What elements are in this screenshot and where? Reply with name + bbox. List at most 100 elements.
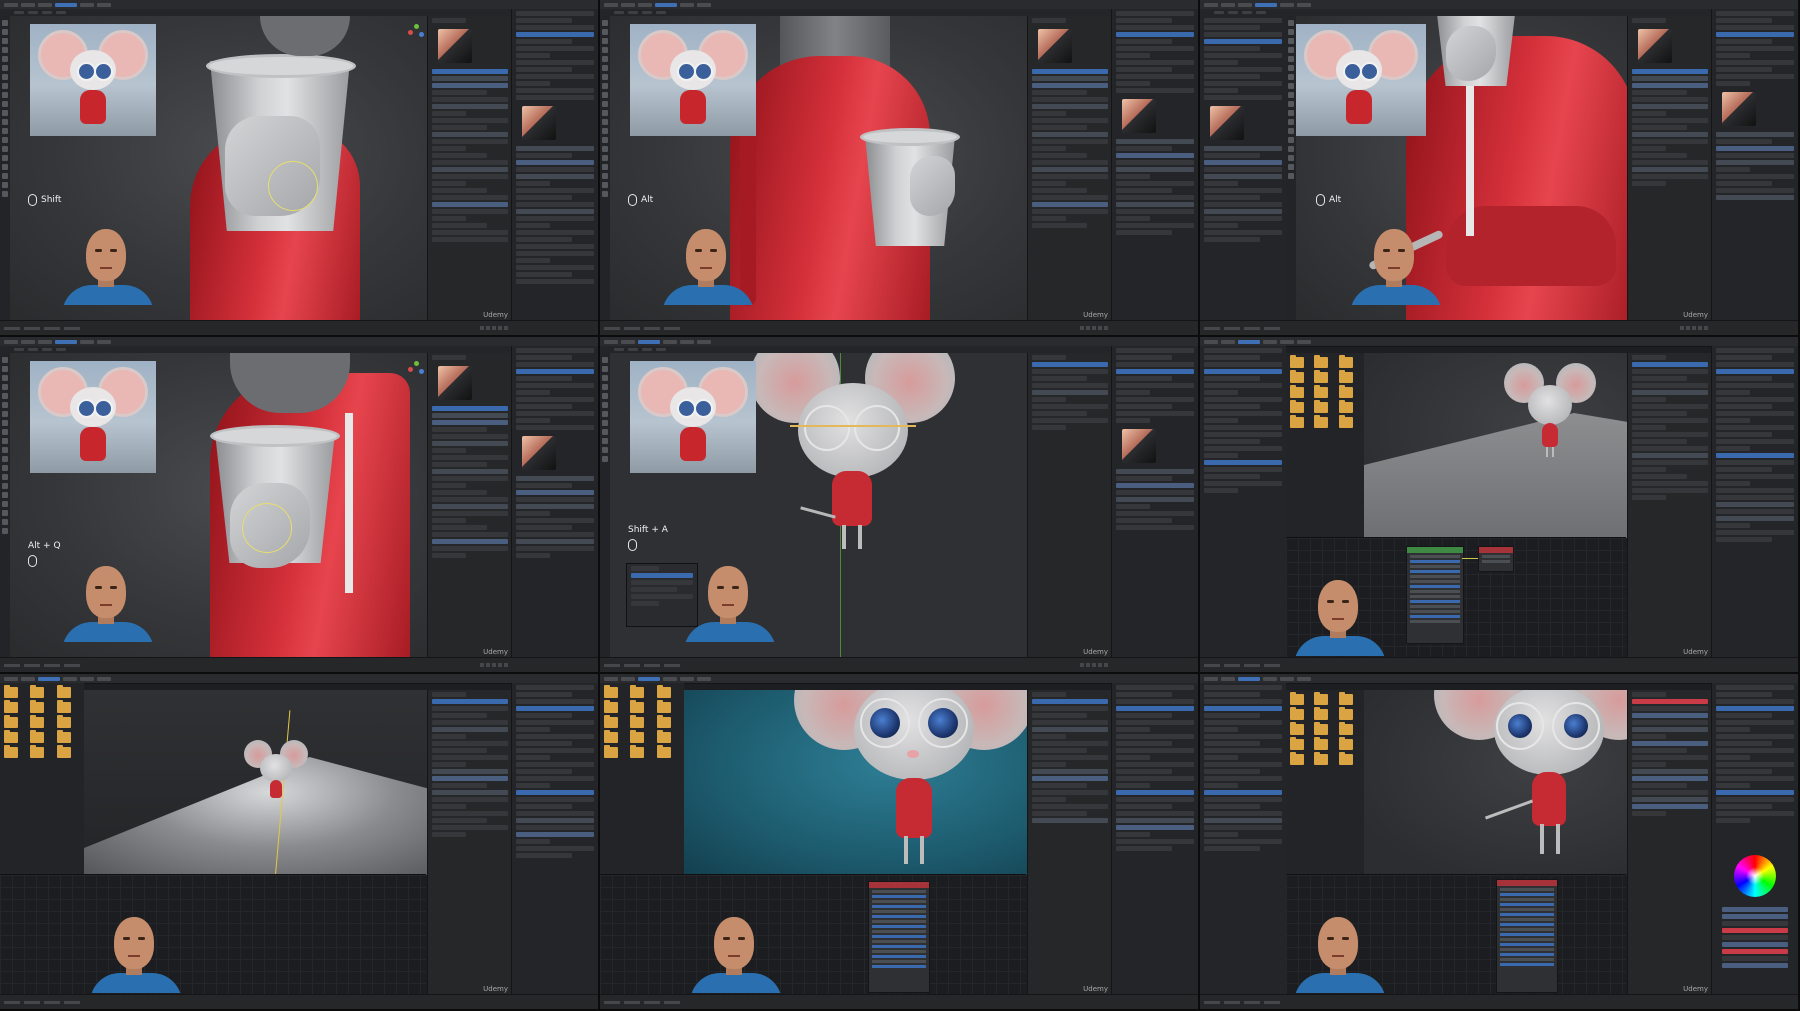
folder-icon[interactable] <box>1338 385 1353 398</box>
folder-icon[interactable] <box>1290 415 1304 428</box>
principled-bsdf-node[interactable] <box>1496 879 1558 993</box>
brush-preview[interactable] <box>438 366 472 400</box>
folder-icon[interactable] <box>630 685 645 698</box>
timeline-bar[interactable] <box>600 320 1198 335</box>
folder-icon[interactable] <box>630 730 645 743</box>
folder-icon[interactable] <box>1314 370 1329 383</box>
3d-viewport[interactable]: Alt + Q <box>10 353 430 658</box>
folder-icon[interactable] <box>30 745 45 758</box>
folder-icon[interactable] <box>1290 692 1304 705</box>
top-menu-bar[interactable] <box>600 674 1198 684</box>
brush-preview[interactable] <box>1210 106 1244 140</box>
brush-preview[interactable] <box>522 106 556 140</box>
folder-icon[interactable] <box>1314 752 1329 765</box>
folder-icon[interactable] <box>4 685 18 698</box>
folder-icon[interactable] <box>56 715 71 728</box>
folder-icon[interactable] <box>30 685 45 698</box>
material-output-node[interactable] <box>1478 546 1514 572</box>
folder-icon[interactable] <box>1314 415 1329 428</box>
outliner-panel[interactable] <box>1711 683 1798 995</box>
folder-icon[interactable] <box>1314 722 1329 735</box>
properties-panel[interactable] <box>1027 353 1112 658</box>
header-toolbar[interactable] <box>600 346 1198 353</box>
outliner-panel[interactable] <box>511 346 598 658</box>
folder-icon[interactable] <box>1314 400 1329 413</box>
timeline-bar[interactable] <box>1200 320 1798 335</box>
folder-icon[interactable] <box>30 700 45 713</box>
asset-browser[interactable] <box>600 683 684 875</box>
outliner-panel[interactable] <box>1711 9 1798 321</box>
folder-icon[interactable] <box>1290 737 1304 750</box>
folder-icon[interactable] <box>56 745 71 758</box>
folder-icon[interactable] <box>656 700 671 713</box>
outliner-panel[interactable] <box>1111 346 1198 658</box>
properties-panel[interactable] <box>1627 690 1712 995</box>
top-menu-bar[interactable] <box>0 674 598 684</box>
folder-icon[interactable] <box>4 700 18 713</box>
folder-icon[interactable] <box>1290 355 1304 368</box>
tool-shelf[interactable] <box>600 353 610 658</box>
side-panel[interactable] <box>1200 346 1286 658</box>
principled-bsdf-node[interactable] <box>868 881 930 993</box>
folder-icon[interactable] <box>4 730 18 743</box>
folder-icon[interactable] <box>1290 752 1304 765</box>
folder-icon[interactable] <box>1338 415 1353 428</box>
brush-preview[interactable] <box>1122 429 1156 463</box>
timeline-bar[interactable] <box>0 657 598 672</box>
brush-preview[interactable] <box>1038 29 1072 63</box>
outliner-panel[interactable] <box>511 683 598 995</box>
folder-icon[interactable] <box>630 745 645 758</box>
folder-icon[interactable] <box>630 715 645 728</box>
folder-icon[interactable] <box>4 745 18 758</box>
tool-shelf[interactable] <box>0 353 10 658</box>
folder-icon[interactable] <box>1290 722 1304 735</box>
tool-shelf[interactable] <box>1286 16 1296 321</box>
tool-shelf[interactable] <box>0 16 10 321</box>
3d-viewport[interactable]: Alt <box>610 16 1030 321</box>
asset-browser[interactable] <box>0 683 84 875</box>
tool-shelf[interactable] <box>600 16 610 321</box>
principled-bsdf-node[interactable] <box>1406 546 1464 644</box>
header-toolbar[interactable] <box>0 9 598 16</box>
mouse-character[interactable] <box>750 353 955 653</box>
folder-icon[interactable] <box>56 685 71 698</box>
mouse-character[interactable] <box>244 740 324 830</box>
timeline-bar[interactable] <box>1200 657 1798 672</box>
folder-icon[interactable] <box>1290 385 1304 398</box>
mouse-character[interactable] <box>1504 363 1604 483</box>
3d-viewport[interactable]: Alt <box>1296 16 1634 321</box>
folder-icon[interactable] <box>656 715 671 728</box>
folder-icon[interactable] <box>1290 370 1304 383</box>
folder-icon[interactable] <box>1338 722 1353 735</box>
folder-icon[interactable] <box>1338 692 1353 705</box>
color-wheel-icon[interactable] <box>1734 855 1776 897</box>
folder-icon[interactable] <box>4 715 18 728</box>
folder-icon[interactable] <box>604 700 618 713</box>
3d-viewport[interactable]: Shift + A <box>610 353 1030 658</box>
timeline-bar[interactable] <box>600 994 1198 1009</box>
timeline-bar[interactable] <box>0 320 598 335</box>
folder-icon[interactable] <box>604 730 618 743</box>
folder-icon[interactable] <box>1290 707 1304 720</box>
folder-icon[interactable] <box>56 730 71 743</box>
folder-icon[interactable] <box>1290 400 1304 413</box>
folder-icon[interactable] <box>656 745 671 758</box>
outliner-panel[interactable] <box>1111 683 1198 995</box>
folder-icon[interactable] <box>1314 692 1329 705</box>
shader-node-editor[interactable] <box>1286 874 1626 995</box>
outliner-panel[interactable] <box>1711 346 1798 658</box>
folder-icon[interactable] <box>1338 737 1353 750</box>
outliner-panel[interactable] <box>511 9 598 321</box>
top-menu-bar[interactable] <box>1200 674 1798 684</box>
properties-panel[interactable] <box>1027 690 1112 995</box>
folder-icon[interactable] <box>30 730 45 743</box>
folder-icon[interactable] <box>656 730 671 743</box>
properties-panel[interactable] <box>427 16 512 321</box>
folder-icon[interactable] <box>1338 370 1353 383</box>
folder-icon[interactable] <box>1338 707 1353 720</box>
properties-panel[interactable] <box>427 690 512 995</box>
asset-browser[interactable] <box>1286 353 1364 538</box>
folder-icon[interactable] <box>1314 737 1329 750</box>
folder-icon[interactable] <box>604 715 618 728</box>
shader-node-editor[interactable] <box>0 874 426 995</box>
